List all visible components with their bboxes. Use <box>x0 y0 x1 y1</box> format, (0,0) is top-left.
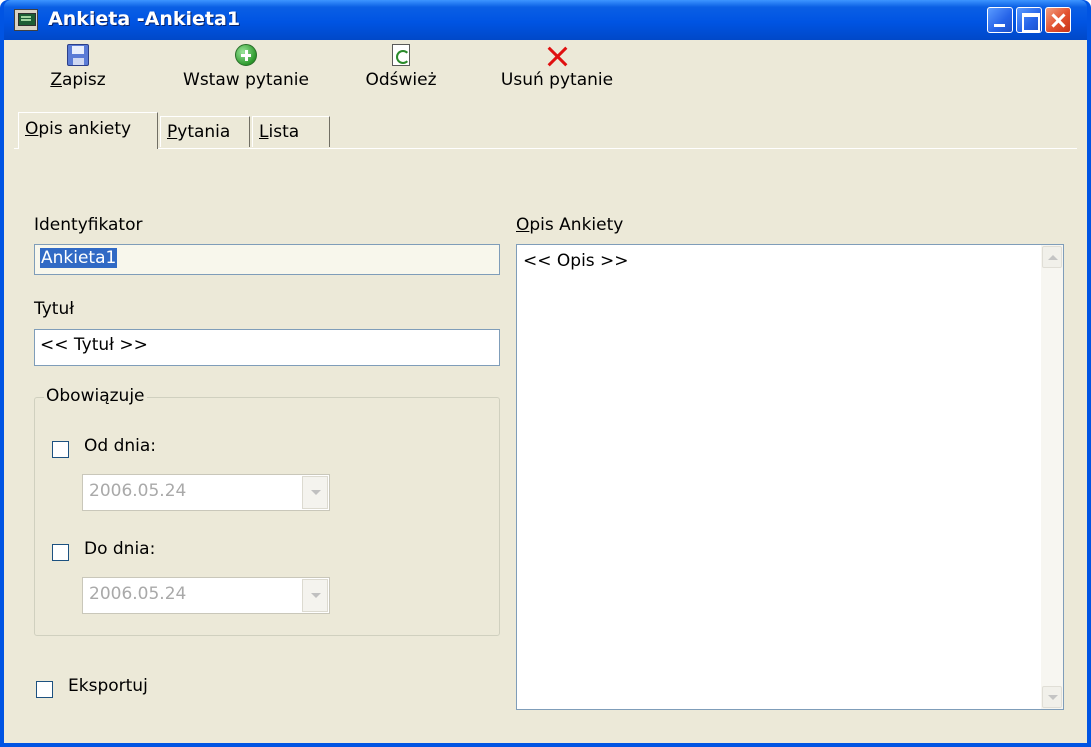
eksportuj-label: Eksportuj <box>68 676 148 696</box>
tytul-label: Tytuł <box>34 299 75 319</box>
refresh-icon <box>392 44 410 66</box>
od-dnia-label: Od dnia: <box>84 436 157 456</box>
save-icon <box>67 44 89 66</box>
add-icon <box>235 44 257 66</box>
delete-question-label: Usuń pytanie <box>500 70 614 90</box>
tab-panel-opis-ankiety: Identyfikator Ankieta1 Tytuł << Tytuł >>… <box>14 148 1077 740</box>
obowiazuje-group-title: Obowiązuje <box>44 386 147 406</box>
close-button[interactable] <box>1045 7 1071 33</box>
od-dnia-checkbox[interactable] <box>52 441 69 458</box>
tytul-field[interactable]: << Tytuł >> <box>34 329 500 366</box>
delete-question-button[interactable]: Usuń pytanie <box>482 44 632 100</box>
identyfikator-field[interactable]: Ankieta1 <box>34 244 500 275</box>
opis-ankiety-label: Opis Ankiety <box>516 215 624 235</box>
eksportuj-checkbox[interactable] <box>36 681 53 698</box>
tab-pytania[interactable]: Pytania <box>160 116 250 147</box>
chevron-down-icon[interactable] <box>302 476 328 509</box>
save-button-label: Zapisz <box>50 70 106 90</box>
window-title: Ankieta -Ankieta1 <box>48 8 241 30</box>
insert-question-button[interactable]: Wstaw pytanie <box>166 44 326 100</box>
refresh-label: Odśwież <box>365 70 437 90</box>
scroll-up-icon[interactable] <box>1042 246 1062 268</box>
minimize-button[interactable] <box>987 7 1013 33</box>
do-dnia-combo[interactable]: 2006.05.24 <box>82 577 330 614</box>
delete-icon <box>545 44 569 68</box>
chevron-down-icon[interactable] <box>302 579 328 612</box>
insert-question-label: Wstaw pytanie <box>183 70 309 90</box>
window-client-area: Zapisz Wstaw pytanie Odśwież Usuń pytani… <box>4 40 1087 743</box>
opis-ankiety-textarea[interactable]: << Opis >> <box>516 244 1064 710</box>
vertical-scrollbar[interactable] <box>1041 245 1063 709</box>
refresh-button[interactable]: Odśwież <box>354 44 448 100</box>
tab-lista[interactable]: Lista <box>252 116 330 147</box>
app-icon[interactable] <box>14 9 38 31</box>
identyfikator-label: Identyfikator <box>34 215 143 235</box>
maximize-button[interactable] <box>1016 7 1042 33</box>
title-bar[interactable]: Ankieta -Ankieta1 <box>4 0 1087 40</box>
save-button[interactable]: Zapisz <box>38 44 118 100</box>
do-dnia-checkbox[interactable] <box>52 544 69 561</box>
do-dnia-label: Do dnia: <box>84 539 156 559</box>
tab-opis-ankiety[interactable]: Opis ankiety <box>18 112 158 149</box>
od-dnia-combo[interactable]: 2006.05.24 <box>82 474 330 511</box>
scroll-down-icon[interactable] <box>1042 686 1062 708</box>
application-window: Ankieta -Ankieta1 Zapisz Wstaw pytanie O… <box>0 0 1091 747</box>
